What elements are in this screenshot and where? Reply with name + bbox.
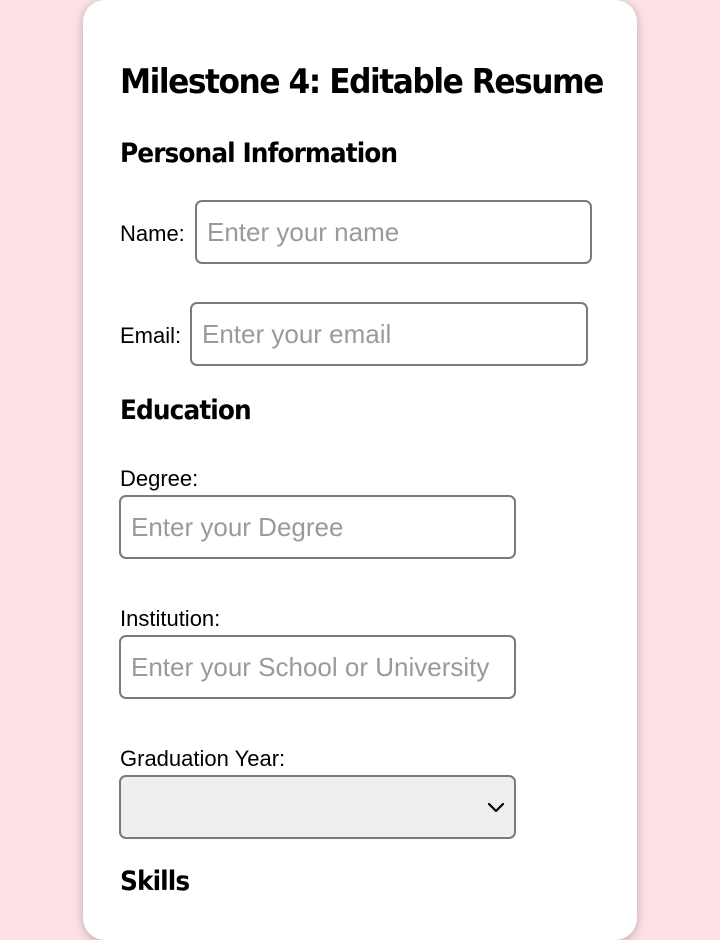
email-input[interactable] <box>190 302 588 366</box>
graduation-year-label: Graduation Year: <box>120 746 286 771</box>
institution-label: Institution: <box>120 606 221 631</box>
name-label: Name: <box>120 221 185 246</box>
degree-label: Degree: <box>120 466 199 491</box>
chevron-down-icon <box>487 802 505 813</box>
email-label: Email: <box>120 323 182 348</box>
institution-input[interactable] <box>119 635 516 699</box>
section-skills: Skills <box>120 866 190 897</box>
graduation-year-select[interactable] <box>119 775 516 839</box>
degree-input[interactable] <box>119 495 516 559</box>
section-personal-information: Personal Information <box>120 138 398 169</box>
page-title: Milestone 4: Editable Resume <box>120 62 604 102</box>
section-education: Education <box>120 395 252 426</box>
name-input[interactable] <box>195 200 592 264</box>
